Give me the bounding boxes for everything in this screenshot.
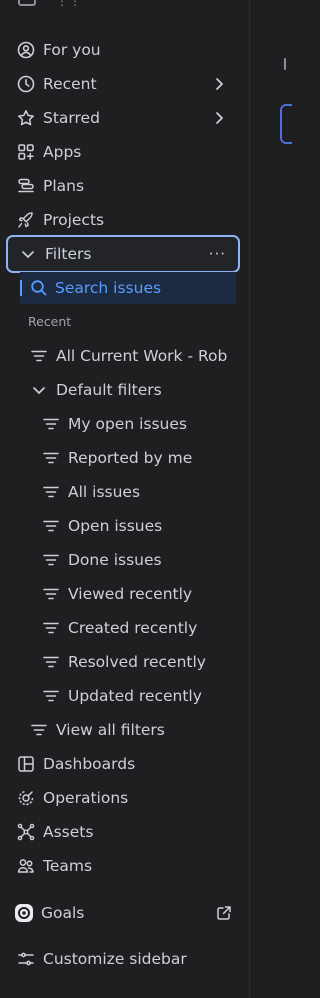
- filter-item-label: Reported by me: [68, 449, 193, 467]
- filter-item-label: Created recently: [68, 619, 198, 637]
- filter-item-label: All Current Work - Rob: [56, 347, 228, 365]
- filter-item-label: Viewed recently: [68, 585, 193, 603]
- sidebar-item-label: Apps: [43, 143, 82, 161]
- filter-lines-icon: [42, 483, 60, 501]
- sidebar-item-label: Starred: [43, 109, 100, 127]
- content-focus-edge: [280, 104, 292, 144]
- sidebar-item-label: Dashboards: [43, 755, 136, 773]
- apps-grid-icon: [17, 143, 35, 161]
- filter-item-label: Done issues: [68, 551, 162, 569]
- view-all-filters-label: View all filters: [56, 721, 165, 739]
- filter-item-label: Updated recently: [68, 687, 202, 705]
- filter-item-resolved-recently[interactable]: Resolved recently: [0, 645, 248, 679]
- assets-icon: [17, 823, 35, 841]
- operations-icon: [17, 789, 35, 807]
- sidebar-item-label: Assets: [43, 823, 94, 841]
- more-options-icon[interactable]: ···: [209, 245, 226, 263]
- sidebar-item-apps[interactable]: Apps: [0, 135, 248, 169]
- sidebar-item-label: Customize sidebar: [43, 950, 187, 968]
- sidebar-item-label: Teams: [43, 857, 93, 875]
- search-issues-link[interactable]: Search issues: [20, 272, 236, 304]
- user-circle-icon: [17, 41, 35, 59]
- view-all-filters-link[interactable]: View all filters: [0, 713, 248, 747]
- filter-item-viewed-recently[interactable]: Viewed recently: [0, 577, 248, 611]
- clock-icon: [17, 75, 35, 93]
- chevron-right-icon[interactable]: [210, 75, 228, 93]
- main-content-edge: [250, 0, 292, 998]
- filter-lines-icon: [42, 653, 60, 671]
- filter-lines-icon: [42, 517, 60, 535]
- external-link-icon[interactable]: [216, 905, 232, 921]
- sidebar-item-label: Plans: [43, 177, 85, 195]
- sidebar-item-filters[interactable]: Filters ···: [6, 235, 240, 273]
- search-issues-label: Search issues: [55, 279, 162, 297]
- filter-item-label: My open issues: [68, 415, 187, 433]
- sliders-icon: [17, 950, 35, 968]
- filter-lines-icon: [42, 619, 60, 637]
- default-filters-group[interactable]: Default filters: [0, 373, 248, 407]
- sidebar-item-for-you[interactable]: For you: [0, 33, 248, 67]
- sidebar-item-plans[interactable]: Plans: [0, 169, 248, 203]
- filter-lines-icon: [42, 415, 60, 433]
- star-icon: [17, 109, 35, 127]
- filter-item-reported-by-me[interactable]: Reported by me: [0, 441, 248, 475]
- plans-icon: [17, 177, 35, 195]
- filter-item-label: Open issues: [68, 517, 163, 535]
- chevron-down-icon[interactable]: [30, 381, 48, 399]
- sidebar-item-label: Goals: [41, 904, 85, 922]
- goals-icon: [15, 904, 33, 922]
- default-filters-label: Default filters: [56, 381, 162, 399]
- sidebar-item-teams[interactable]: Teams: [0, 849, 248, 883]
- customize-sidebar-button[interactable]: Customize sidebar: [0, 942, 248, 976]
- sidebar-item-label: Operations: [43, 789, 129, 807]
- filter-lines-icon: [42, 687, 60, 705]
- dashboard-icon: [17, 755, 35, 773]
- app-switcher-icon[interactable]: ⋮⋮: [56, 0, 82, 8]
- top-header-strip: ⋮⋮: [0, 0, 250, 12]
- filter-lines-icon: [30, 347, 48, 365]
- sidebar-item-starred[interactable]: Starred: [0, 101, 248, 135]
- filter-lines-icon: [30, 721, 48, 739]
- chevron-down-icon[interactable]: [19, 245, 37, 263]
- content-mark: [284, 58, 286, 70]
- filter-item-done-issues[interactable]: Done issues: [0, 543, 248, 577]
- selection-indicator: [20, 280, 22, 296]
- filter-item-label: All issues: [68, 483, 141, 501]
- filter-lines-icon: [42, 585, 60, 603]
- sidebar-item-operations[interactable]: Operations: [0, 781, 248, 815]
- chevron-right-icon[interactable]: [210, 109, 228, 127]
- filter-item-updated-recently[interactable]: Updated recently: [0, 679, 248, 713]
- filter-item-my-open-issues[interactable]: My open issues: [0, 407, 248, 441]
- sidebar-item-goals[interactable]: Goals: [0, 896, 248, 930]
- filter-item-created-recently[interactable]: Created recently: [0, 611, 248, 645]
- sidebar-item-recent[interactable]: Recent: [0, 67, 248, 101]
- sidebar-item-dashboards[interactable]: Dashboards: [0, 747, 248, 781]
- sidebar-item-projects[interactable]: Projects: [0, 203, 248, 237]
- recent-section-heading: Recent: [28, 314, 72, 329]
- sidebar-item-label: For you: [43, 41, 101, 59]
- search-icon: [30, 279, 48, 297]
- sidebar-item-label: Filters: [45, 245, 92, 263]
- rocket-icon: [17, 211, 35, 229]
- filter-item-all-issues[interactable]: All issues: [0, 475, 248, 509]
- filter-lines-icon: [42, 551, 60, 569]
- sidebar-item-label: Recent: [43, 75, 97, 93]
- filter-lines-icon: [42, 449, 60, 467]
- sidebar-item-assets[interactable]: Assets: [0, 815, 248, 849]
- filter-item-open-issues[interactable]: Open issues: [0, 509, 248, 543]
- filter-item-label: Resolved recently: [68, 653, 206, 671]
- filter-item-all-current-work[interactable]: All Current Work - Rob: [0, 339, 248, 373]
- sidebar-toggle-icon[interactable]: [18, 0, 36, 6]
- teams-icon: [17, 857, 35, 875]
- sidebar-item-label: Projects: [43, 211, 105, 229]
